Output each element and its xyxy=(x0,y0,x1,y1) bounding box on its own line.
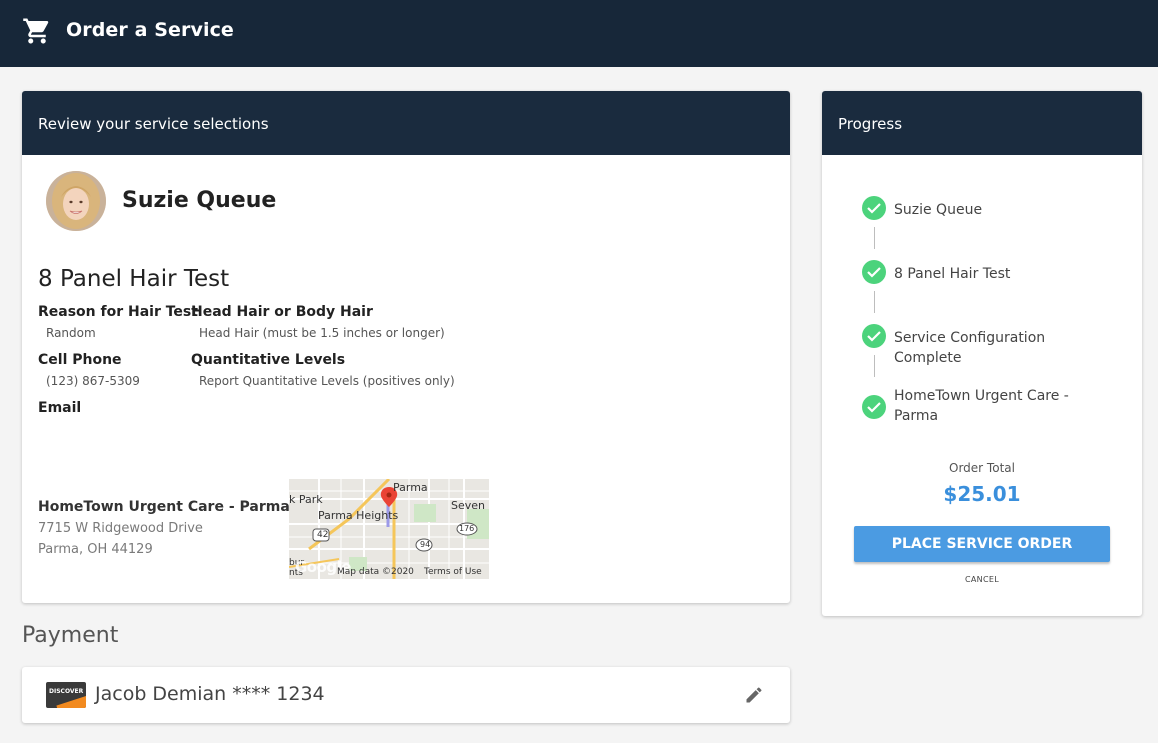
cancel-link[interactable]: CANCEL xyxy=(822,575,1142,584)
map-label-park: k Park xyxy=(289,493,323,506)
map-data-credit: Map data ©2020 xyxy=(337,567,414,577)
avatar xyxy=(46,171,106,231)
order-total-value: $25.01 xyxy=(943,482,1021,506)
cart-icon xyxy=(23,18,49,44)
phone-label: Cell Phone xyxy=(38,352,122,368)
map-route-176: 176 xyxy=(459,524,475,533)
progress-card: Progress Suzie Queue 8 Panel Hair Test S… xyxy=(822,91,1142,616)
progress-step-label: 8 Panel Hair Test xyxy=(894,266,1011,282)
payment-card-text: Jacob Demian **** 1234 xyxy=(95,683,325,705)
hair-type-label: Head Hair or Body Hair xyxy=(191,304,373,320)
progress-heading: Progress xyxy=(838,115,903,133)
map-terms-link[interactable]: Terms of Use xyxy=(424,567,482,577)
review-card: Review your service selections Suzie Que… xyxy=(22,91,790,603)
person-name: Suzie Queue xyxy=(122,188,277,213)
service-title: 8 Panel Hair Test xyxy=(38,266,230,292)
check-circle-icon xyxy=(862,260,886,284)
phone-value: (123) 867-5309 xyxy=(46,374,140,388)
map-label-heights: Parma Heights xyxy=(318,509,399,522)
review-card-header: Review your service selections xyxy=(22,91,790,155)
levels-value: Report Quantitative Levels (positives on… xyxy=(199,374,455,388)
edit-pencil-icon[interactable] xyxy=(744,685,764,705)
discover-card-icon: DISCOVER xyxy=(46,682,86,708)
progress-connector xyxy=(874,291,875,313)
progress-step-label: HomeTown Urgent Care - Parma xyxy=(894,388,1069,424)
progress-connector xyxy=(874,227,875,249)
reason-label: Reason for Hair Test xyxy=(38,304,198,320)
email-label: Email xyxy=(38,400,82,416)
location-address-line1: 7715 W Ridgewood Drive xyxy=(38,521,203,536)
levels-label: Quantitative Levels xyxy=(191,352,346,368)
progress-connector xyxy=(874,355,875,377)
payment-card[interactable]: DISCOVER Jacob Demian **** 1234 xyxy=(22,667,790,723)
app-header: Order a Service xyxy=(0,0,1158,67)
progress-card-header: Progress xyxy=(822,91,1142,155)
page-title: Order a Service xyxy=(66,19,234,41)
progress-step-label: Service Configuration Complete xyxy=(894,330,1046,366)
reason-value: Random xyxy=(46,326,96,340)
check-circle-icon xyxy=(862,324,886,348)
location-address-line2: Parma, OH 44129 xyxy=(38,542,153,557)
map-label-parma: Parma xyxy=(393,481,428,494)
place-service-order-button[interactable]: PLACE SERVICE ORDER xyxy=(854,526,1110,562)
review-heading: Review your service selections xyxy=(38,115,269,133)
card-brand-label: DISCOVER xyxy=(49,688,84,695)
map-label-seven-hills: Seven H xyxy=(451,499,489,512)
location-map[interactable]: Parma k Park Parma Heights Seven H 42 94… xyxy=(289,479,489,579)
progress-step-label: Suzie Queue xyxy=(894,202,983,218)
check-circle-icon xyxy=(862,395,886,419)
map-route-42: 42 xyxy=(317,530,329,540)
order-total-label: Order Total xyxy=(949,461,1015,475)
check-circle-icon xyxy=(862,196,886,220)
map-route-94: 94 xyxy=(420,540,431,549)
hair-type-value: Head Hair (must be 1.5 inches or longer) xyxy=(199,326,445,340)
location-name: HomeTown Urgent Care - Parma xyxy=(38,499,290,515)
payment-title: Payment xyxy=(22,623,119,648)
